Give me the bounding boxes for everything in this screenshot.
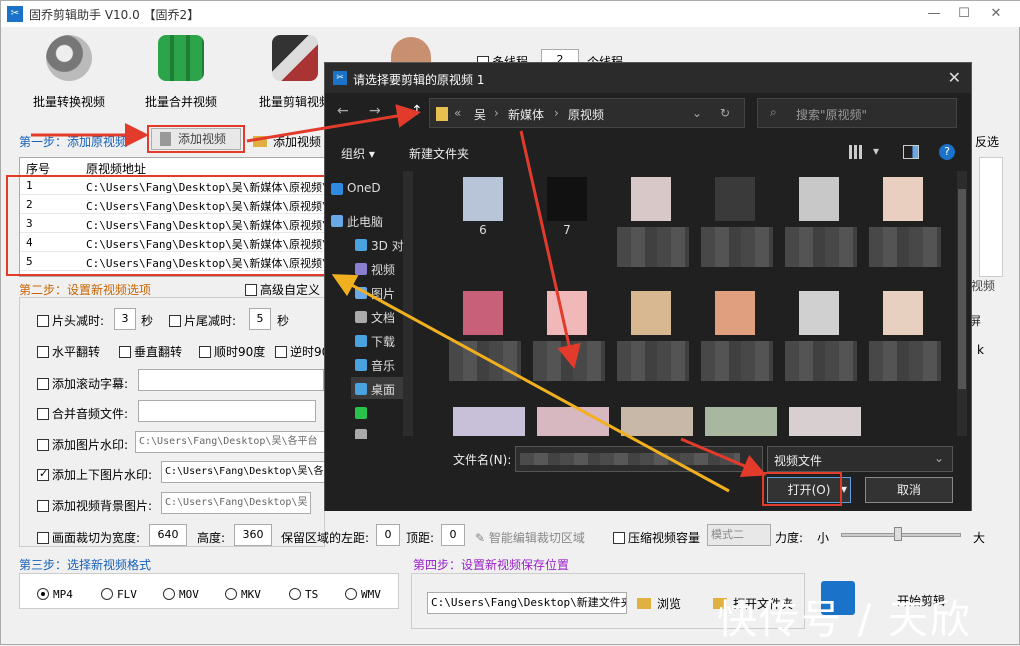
- arrow-to-files: [519, 130, 581, 369]
- arrow-to-address-bar: [246, 104, 421, 143]
- annotation-overlay: [31, 104, 767, 493]
- arrow-to-open-button: [680, 437, 767, 478]
- watermark-text: 快传号 / 天欣: [717, 597, 972, 643]
- main-window: ✂ 固乔剪辑助手 V10.0 【固乔2】 — ☐ ✕ 批量转换视频 批量合并视频…: [0, 0, 1020, 645]
- arrow-to-video-list: [331, 274, 730, 493]
